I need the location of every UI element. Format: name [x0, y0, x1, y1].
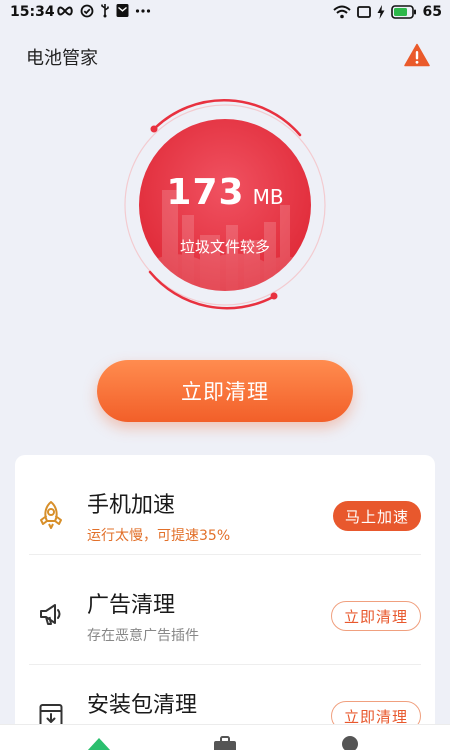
- profile-icon[interactable]: [335, 735, 365, 750]
- feature-row-ad-clean[interactable]: 广告清理 存在恶意广告插件 立即清理: [15, 565, 435, 665]
- home-icon[interactable]: [84, 735, 114, 750]
- feature-title: 安装包清理: [87, 693, 198, 718]
- junk-size-number: 173: [166, 172, 245, 213]
- feature-subtitle: 运行太慢，可提速35%: [87, 528, 231, 544]
- gauge-caption: 垃圾文件较多: [179, 238, 270, 256]
- rocket-icon: [40, 501, 62, 529]
- feature-list-card: 手机加速 运行太慢，可提速35% 马上加速 广告清理 存在恶意广告插件 立即清理: [15, 455, 435, 750]
- app-screen: 15:34 65 电池管家 173 MB 垃圾文件较多 立即清理 手机加速 运行…: [0, 0, 450, 750]
- row-divider: [29, 554, 421, 555]
- feature-subtitle: 存在恶意广告插件: [87, 628, 199, 644]
- gauge-value: 173 MB: [150, 172, 300, 213]
- feature-title: 手机加速: [87, 493, 176, 518]
- speed-up-now-button[interactable]: 马上加速: [332, 501, 421, 531]
- feature-title: 广告清理: [87, 593, 176, 618]
- bottom-nav: [0, 724, 450, 750]
- toolbox-icon[interactable]: [210, 735, 240, 750]
- ad-clean-button[interactable]: 立即清理: [330, 601, 421, 631]
- gauge-dot-top: [150, 125, 158, 133]
- feature-row-speed-up[interactable]: 手机加速 运行太慢，可提速35% 马上加速: [15, 455, 435, 555]
- junk-size-unit: MB: [252, 185, 284, 209]
- junk-gauge[interactable]: [0, 0, 450, 340]
- gauge-dot-bottom: [270, 292, 278, 300]
- megaphone-icon: [40, 604, 61, 625]
- clean-now-button[interactable]: 立即清理: [97, 360, 353, 422]
